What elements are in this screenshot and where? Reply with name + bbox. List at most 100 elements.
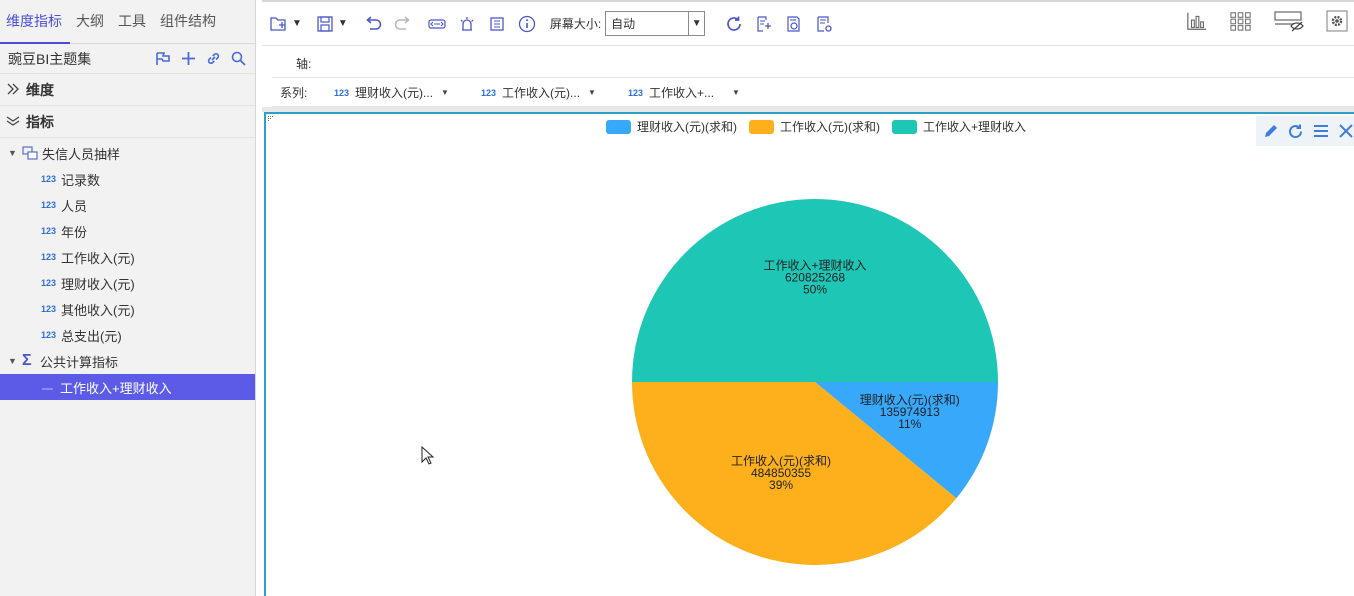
chevron-down-icon[interactable]: ▼ — [688, 12, 704, 35]
expand-triangle-icon[interactable]: ▼ — [8, 356, 18, 366]
series-field-label: 工作收入(元)... — [502, 86, 581, 100]
numeric-icon: 123 — [41, 252, 57, 262]
legend-label: 工作收入(元)(求和) — [780, 120, 880, 134]
tree-item-label: 理财收入(元) — [61, 276, 135, 292]
numeric-icon: 123 — [41, 330, 57, 340]
tree-item-label: 工作收入+理财收入 — [60, 380, 172, 396]
tree-item-label: 总支出(元) — [61, 328, 122, 344]
legend-item[interactable]: 工作收入+理财收入 — [892, 118, 1026, 135]
legend-swatch — [749, 119, 774, 134]
data-edit-icon[interactable] — [753, 13, 775, 35]
tree-item[interactable]: 123 年份 — [0, 218, 255, 244]
numeric-icon: 123 — [628, 87, 644, 98]
tree-group-public-calc[interactable]: ▼ Σ 公共计算指标 — [0, 348, 255, 374]
chevron-down-icon[interactable]: ▼ — [441, 88, 449, 97]
dimension-section[interactable]: 维度 — [0, 74, 255, 106]
legend-item[interactable]: 理财收入(元)(求和) — [606, 118, 737, 135]
numeric-icon: 123 — [41, 200, 57, 210]
search-icon[interactable] — [230, 50, 247, 67]
tree-item[interactable]: 123 其他收入(元) — [0, 296, 255, 322]
tab-dimension-metric[interactable]: 维度指标 — [0, 11, 70, 44]
numeric-icon: 123 — [41, 226, 57, 236]
series-drop-row: 系列: 123 理财收入(元)... ▼ 123 工作收入(元)... ▼ 12… — [272, 79, 1354, 107]
app-root: 维度指标 大纲 工具 组件结构 豌豆BI主题集 维度 指标 ▼ 失信人员抽样 1… — [0, 0, 1354, 596]
flag-list-icon[interactable] — [155, 50, 172, 67]
close-icon[interactable] — [1337, 123, 1354, 140]
series-label: 系列: — [280, 86, 308, 100]
refresh-icon[interactable] — [723, 13, 745, 35]
pie-data-label: 11% — [898, 417, 921, 431]
report-icon[interactable] — [486, 13, 508, 35]
tab-component-structure[interactable]: 组件结构 — [158, 11, 222, 43]
tree-item-selected[interactable]: 工作收入+理财收入 — [0, 374, 255, 400]
new-dropdown-icon[interactable]: ▼ — [292, 18, 302, 29]
link-icon[interactable] — [205, 50, 222, 67]
save-icon[interactable] — [314, 13, 336, 35]
numeric-icon: 123 — [41, 174, 57, 184]
tree-item[interactable]: 123 总支出(元) — [0, 322, 255, 348]
info-icon[interactable] — [516, 13, 538, 35]
new-component-icon[interactable] — [268, 13, 290, 35]
tree-group-dishonest-sample[interactable]: ▼ 失信人员抽样 — [0, 140, 255, 166]
chart-tools — [1256, 116, 1354, 146]
tab-outline[interactable]: 大纲 — [74, 11, 110, 43]
legend-swatch — [892, 119, 917, 134]
alert-icon[interactable] — [456, 13, 478, 35]
chevron-down-icon[interactable]: ▼ — [588, 88, 596, 97]
refresh-icon[interactable] — [1287, 123, 1304, 140]
linkage-icon[interactable] — [426, 13, 448, 35]
screen-size-value: 自动 — [611, 17, 636, 31]
numeric-icon: 123 — [41, 304, 57, 314]
screen-size-label: 屏幕大小: — [549, 17, 602, 31]
chevron-down-icon[interactable]: ▼ — [732, 88, 740, 97]
redo-icon[interactable] — [392, 13, 414, 35]
metric-section-label: 指标 — [26, 113, 54, 130]
data-check-icon[interactable] — [783, 13, 805, 35]
numeric-icon: 123 — [41, 278, 57, 288]
save-dropdown-icon[interactable]: ▼ — [338, 18, 348, 29]
tab-tools[interactable]: 工具 — [116, 11, 152, 43]
toolbar: ▼ ▼ 屏幕大小: 自动 ▼ — [262, 0, 1354, 46]
pie-data-label: 50% — [803, 282, 827, 296]
double-chevron-down-icon — [6, 114, 20, 130]
data-settings-icon[interactable] — [813, 13, 835, 35]
tree-group-label: 公共计算指标 — [40, 354, 119, 370]
pie-data-label: 39% — [769, 478, 793, 492]
numeric-icon: 123 — [334, 87, 350, 98]
series-field-chip[interactable]: 123 工作收入(元)... ▼ — [481, 84, 628, 101]
chart-container[interactable]: 理财收入(元)(求和) 135974913 11% 工作收入(元)(求和) 484850… — [264, 112, 1354, 596]
tree-item-label: 其他收入(元) — [61, 302, 135, 318]
settings-gear-icon[interactable] — [1326, 10, 1348, 32]
undo-icon[interactable] — [362, 13, 384, 35]
series-field-chip[interactable]: 123 理财收入(元)... ▼ — [334, 84, 481, 101]
metric-tree: ▼ 失信人员抽样 123 记录数 123 人员 123 年份 123 工作收入(元) 1… — [0, 138, 255, 400]
grid-layout-icon[interactable] — [1230, 10, 1252, 32]
bar-chart-icon[interactable] — [1186, 10, 1208, 32]
subject-title[interactable]: 豌豆BI主题集 — [8, 49, 155, 69]
series-field-chip[interactable]: 123 工作收入+... ▼ — [628, 84, 775, 101]
tree-item[interactable]: 123 记录数 — [0, 166, 255, 192]
tree-item[interactable]: 123 理财收入(元) — [0, 270, 255, 296]
table-icon — [22, 146, 38, 160]
tree-item[interactable]: 123 工作收入(元) — [0, 244, 255, 270]
hide-panel-icon[interactable] — [1274, 10, 1304, 32]
axis-drop-row[interactable]: 轴: — [272, 50, 1354, 78]
add-icon[interactable] — [180, 50, 197, 67]
legend-item[interactable]: 工作收入(元)(求和) — [749, 118, 880, 135]
tree-item[interactable]: 123 人员 — [0, 192, 255, 218]
edit-pencil-icon[interactable] — [1262, 123, 1279, 140]
dimension-section-label: 维度 — [26, 81, 54, 98]
mouse-cursor-icon — [421, 446, 435, 465]
expand-triangle-icon[interactable]: ▼ — [8, 148, 18, 158]
menu-icon[interactable] — [1312, 123, 1329, 140]
metric-section[interactable]: 指标 — [0, 106, 255, 138]
main-area: ▼ ▼ 屏幕大小: 自动 ▼ 轴: 系列: 123 理财收入(元)... ▼ 1… — [262, 0, 1354, 596]
screen-size-select[interactable]: 自动 ▼ — [605, 11, 706, 36]
subject-actions — [155, 50, 255, 67]
numeric-icon: 123 — [481, 87, 497, 98]
calc-field-icon — [41, 384, 55, 390]
double-chevron-right-icon — [6, 82, 20, 98]
legend-label: 工作收入+理财收入 — [923, 120, 1027, 134]
tree-item-label: 年份 — [61, 224, 88, 240]
pie-chart: 理财收入(元)(求和)13597491311%工作收入(元)(求和)484850… — [632, 199, 998, 565]
